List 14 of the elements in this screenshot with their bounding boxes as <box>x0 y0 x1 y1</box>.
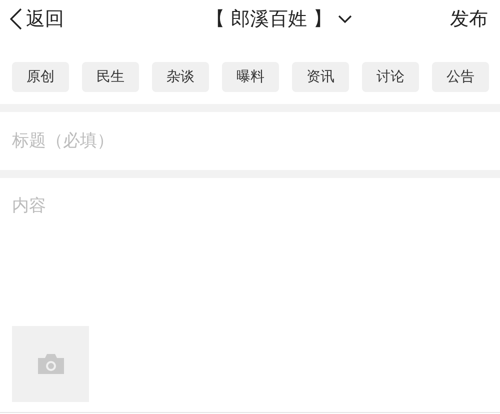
category-tag[interactable]: 杂谈 <box>152 62 209 92</box>
publish-button[interactable]: 发布 <box>450 6 488 32</box>
chevron-down-icon <box>338 14 352 24</box>
forum-selector[interactable]: 【 郎溪百姓 】 <box>206 6 352 32</box>
category-tag[interactable]: 资讯 <box>292 62 349 92</box>
category-tag[interactable]: 原创 <box>12 62 69 92</box>
category-tag[interactable]: 民生 <box>82 62 139 92</box>
chevron-left-icon <box>10 8 22 30</box>
category-tag[interactable]: 讨论 <box>362 62 419 92</box>
back-button[interactable]: 返回 <box>10 6 64 32</box>
camera-icon <box>36 352 66 376</box>
add-photo-button[interactable] <box>12 326 89 402</box>
category-tag[interactable]: 公告 <box>432 62 489 92</box>
category-tag[interactable]: 曝料 <box>222 62 279 92</box>
